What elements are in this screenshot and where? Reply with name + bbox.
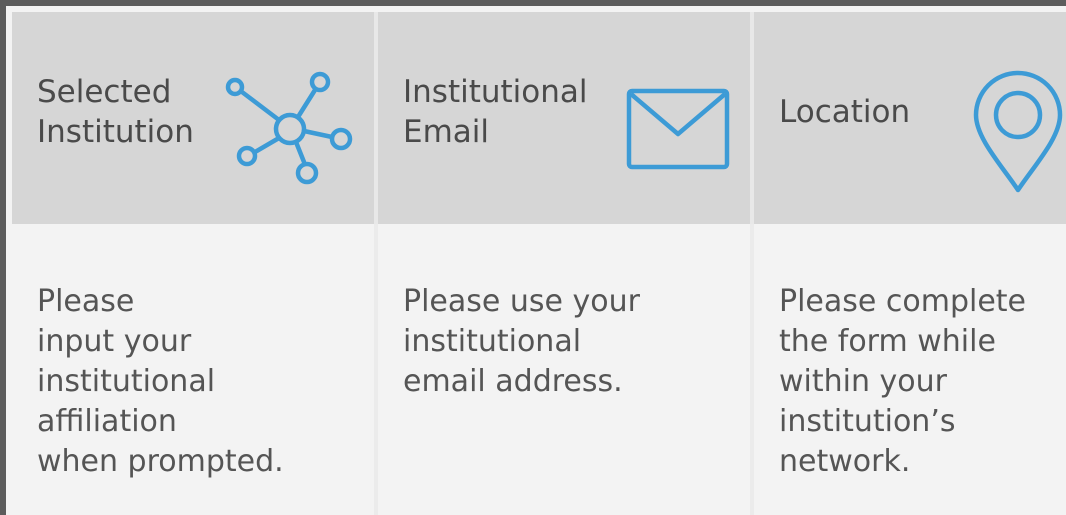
description-institutional-email: Please use your institutional email addr… xyxy=(403,284,640,399)
requirements-grid: Selected Institution Institutional Email… xyxy=(12,12,1066,515)
location-pin-icon xyxy=(972,70,1064,194)
requirements-panel: Selected Institution Institutional Email… xyxy=(0,0,1066,515)
description-location: Please complete the form while within yo… xyxy=(779,284,1027,479)
envelope-icon xyxy=(626,88,730,170)
column-body-location: Please complete the form while within yo… xyxy=(754,224,1066,515)
column-body-institutional-email: Please use your institutional email addr… xyxy=(378,224,750,515)
column-body-selected-institution: Please input your institutional affiliat… xyxy=(12,224,374,515)
column-title-location: Location xyxy=(779,94,911,130)
description-selected-institution: Please input your institutional affiliat… xyxy=(37,284,284,479)
column-title-institutional-email: Institutional Email xyxy=(403,74,588,150)
column-header-selected-institution: Selected Institution xyxy=(12,12,374,224)
column-title-selected-institution: Selected Institution xyxy=(37,74,194,150)
column-header-institutional-email: Institutional Email xyxy=(378,12,750,224)
column-header-location: Location xyxy=(754,12,1066,224)
network-icon xyxy=(220,70,358,188)
